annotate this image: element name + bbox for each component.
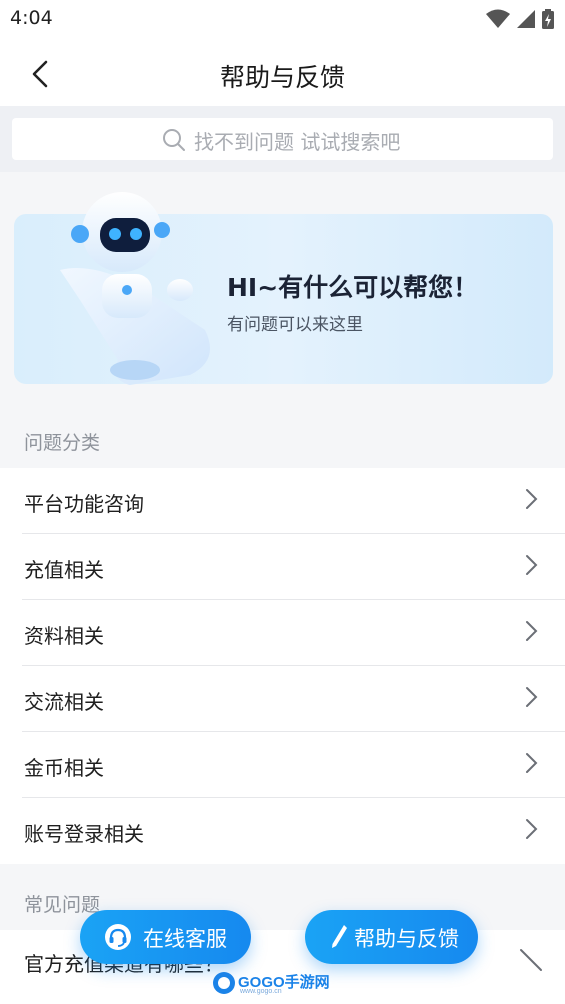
list-item-label: 充值相关 <box>24 558 104 582</box>
search-icon <box>163 129 185 151</box>
page-title: 帮助与反馈 <box>219 63 345 92</box>
status-time: 4:04 <box>10 7 53 29</box>
search-placeholder: 找不到问题 试试搜索吧 <box>194 130 401 154</box>
category-item-platform[interactable]: 平台功能咨询 <box>0 468 565 534</box>
online-service-label: 在线客服 <box>143 927 227 951</box>
nav-bar: 帮助与反馈 <box>0 40 565 106</box>
help-feedback-label: 帮助与反馈 <box>354 927 459 951</box>
banner-subtitle: 有问题可以来这里 <box>227 315 363 335</box>
robot-mascot-icon <box>60 192 210 385</box>
list-item-label: 账号登录相关 <box>24 822 144 846</box>
wifi-icon <box>485 9 510 28</box>
list-item-label: 资料相关 <box>24 624 104 648</box>
cellular-signal-icon <box>516 10 535 28</box>
watermark-logo: GOGO手游网 www.gogo.cn <box>212 968 332 998</box>
category-item-account-login[interactable]: 账号登录相关 <box>0 798 565 864</box>
watermark-url: www.gogo.cn <box>240 988 282 995</box>
chevron-right-icon <box>526 819 538 839</box>
category-item-coins[interactable]: 金币相关 <box>0 732 565 798</box>
chevron-right-icon <box>526 687 538 707</box>
chevron-right-icon <box>526 555 538 575</box>
headset-icon <box>105 924 131 950</box>
search-area: 找不到问题 试试搜索吧 <box>0 106 565 172</box>
status-bar: 4:04 <box>0 0 565 40</box>
category-section-title: 问题分类 <box>24 432 101 454</box>
search-input[interactable]: 找不到问题 试试搜索吧 <box>12 118 553 160</box>
pen-icon <box>332 925 347 948</box>
list-item-label: 交流相关 <box>24 690 104 714</box>
list-item-label: 金币相关 <box>24 756 104 780</box>
chevron-right-icon <box>526 621 538 641</box>
logo-icon <box>213 972 235 994</box>
chevron-right-icon <box>526 753 538 773</box>
banner-title: HI~有什么可以帮您！ <box>227 273 479 302</box>
category-list: 平台功能咨询 充值相关 资料相关 交流相关 金币相关 账号登录相关 <box>0 468 565 864</box>
category-item-communication[interactable]: 交流相关 <box>0 666 565 732</box>
category-item-recharge[interactable]: 充值相关 <box>0 534 565 600</box>
faq-section-title: 常见问题 <box>24 894 101 916</box>
list-item-label: 平台功能咨询 <box>24 492 144 516</box>
expand-arrow-icon <box>520 949 542 971</box>
help-feedback-button[interactable]: 帮助与反馈 <box>305 910 478 964</box>
category-item-profile[interactable]: 资料相关 <box>0 600 565 666</box>
status-icons <box>485 8 555 30</box>
battery-icon <box>542 9 554 29</box>
online-service-button[interactable]: 在线客服 <box>80 910 251 964</box>
chevron-right-icon <box>526 489 538 509</box>
